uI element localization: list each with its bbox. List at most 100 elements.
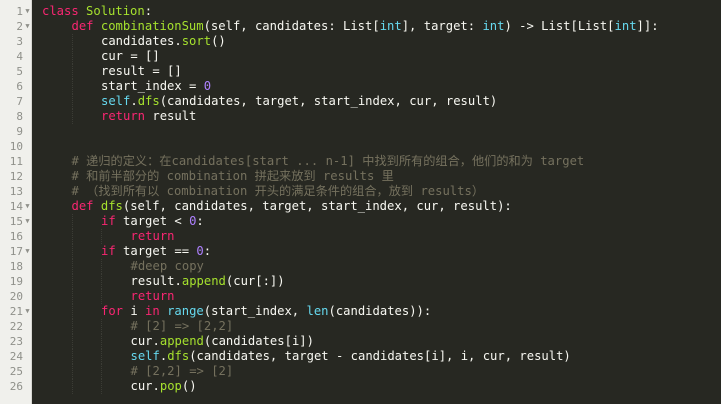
code-line[interactable]: self.dfs(candidates, target - candidates…: [32, 349, 721, 364]
fold-toggle-icon[interactable]: ▼: [24, 244, 31, 259]
line-number: 7: [16, 95, 23, 108]
code-line[interactable]: if target == 0:: [32, 244, 721, 259]
indent-guide: [71, 274, 73, 289]
fold-toggle-icon[interactable]: ▼: [24, 214, 31, 229]
code-line[interactable]: [32, 124, 721, 139]
indent-guide: [71, 34, 73, 49]
indent-guide: [101, 229, 102, 244]
code-token: def: [71, 19, 94, 33]
code-token: self: [130, 349, 160, 363]
line-number: 23: [9, 335, 23, 348]
code-line-text: if target < 0:: [101, 214, 204, 229]
indent-guide: [71, 334, 73, 349]
line-number: 14: [9, 200, 23, 213]
code-token: result: [145, 109, 197, 123]
code-editor[interactable]: 1 ▼ 2 ▼ 3 4 5 6 7 8 9 10 11 12 13 14 ▼ 15 ▼ 16 17 ▼ 18 19 20 21 ▼ 2…: [0, 0, 721, 404]
code-line[interactable]: class Solution:: [32, 4, 721, 19]
code-token: result = []: [101, 64, 182, 78]
line-number: 11: [9, 155, 23, 168]
code-token: result.: [130, 274, 182, 288]
fold-toggle-icon[interactable]: ▼: [24, 4, 31, 19]
code-line[interactable]: return result: [32, 109, 721, 124]
code-line[interactable]: cur.append(candidates[i]): [32, 334, 721, 349]
code-line[interactable]: def dfs(self, candidates, target, start_…: [32, 199, 721, 214]
code-line[interactable]: self.dfs(candidates, target, start_index…: [32, 94, 721, 109]
code-line[interactable]: for i in range(start_index, len(candidat…: [32, 304, 721, 319]
code-token: int: [482, 19, 505, 33]
code-line[interactable]: return: [32, 289, 721, 304]
fold-toggle-icon[interactable]: ▼: [24, 199, 31, 214]
code-line-text: class Solution:: [42, 4, 152, 19]
code-line[interactable]: [32, 139, 721, 154]
code-line-text: # 和前半部分的 combination 拼起来放到 results 里: [72, 169, 394, 184]
code-line[interactable]: cur = []: [32, 49, 721, 64]
line-number-gutter[interactable]: 1 ▼ 2 ▼ 3 4 5 6 7 8 9 10 11 12 13 14 ▼ 15 ▼ 16 17 ▼ 18 19 20 21 ▼ 2…: [0, 0, 32, 404]
code-token: def: [71, 199, 94, 213]
code-token: ) -> List[List[: [504, 19, 615, 33]
code-line[interactable]: # （找到所有以 combination 开头的满足条件的组合，放到 resul…: [32, 184, 721, 199]
indent-guide: [71, 379, 73, 394]
code-line[interactable]: if target < 0:: [32, 214, 721, 229]
code-token: Solution: [86, 4, 145, 18]
line-number: 16: [9, 230, 23, 243]
code-line[interactable]: # [2] => [2,2]: [32, 319, 721, 334]
code-line[interactable]: # [2,2] => [2]: [32, 364, 721, 379]
code-line[interactable]: result.append(cur[:]): [32, 274, 721, 289]
indent-guide: [101, 334, 102, 349]
code-token: (candidates, target - candidates[i], i, …: [189, 349, 571, 363]
code-line-text: start_index = 0: [101, 79, 211, 94]
indent-guide: [71, 364, 73, 379]
code-token: # [2,2] => [2]: [130, 364, 234, 378]
code-token: range: [167, 304, 204, 318]
code-token: # [2] => [2,2]: [130, 319, 234, 333]
code-line-text: # （找到所有以 combination 开头的满足条件的组合，放到 resul…: [72, 184, 485, 199]
line-number: 2: [16, 20, 23, 33]
line-number: 25: [9, 365, 23, 378]
code-line[interactable]: start_index = 0: [32, 79, 721, 94]
code-line[interactable]: def combinationSum(self, candidates: Lis…: [32, 19, 721, 34]
indent-guide: [101, 379, 102, 394]
code-line-text: result = []: [101, 64, 182, 79]
line-number: 12: [9, 170, 23, 183]
line-number: 9: [16, 125, 23, 138]
code-line-text: cur.append(candidates[i]): [131, 334, 314, 349]
code-area[interactable]: class Solution: def combinationSum(self, …: [32, 0, 721, 404]
code-line[interactable]: result = []: [32, 64, 721, 79]
code-line[interactable]: return: [32, 229, 721, 244]
code-token: target ==: [115, 244, 197, 258]
code-token: sort: [181, 34, 212, 48]
code-token: in: [145, 304, 160, 318]
line-number: 17: [9, 245, 23, 258]
code-line[interactable]: #deep copy: [32, 259, 721, 274]
fold-toggle-icon[interactable]: ▼: [24, 19, 31, 34]
line-number: 15: [9, 215, 23, 228]
code-line-text: if target == 0:: [101, 244, 211, 259]
code-line-text: cur = []: [101, 49, 160, 64]
indent-guide: [71, 79, 73, 94]
code-line-text: self.dfs(candidates, target - candidates…: [131, 349, 571, 364]
line-number: 6: [16, 80, 23, 93]
code-token: (candidates, target, start_index, cur, r…: [159, 94, 498, 108]
code-token: dfs: [100, 199, 123, 213]
indent-guide: [101, 259, 102, 274]
code-token: (self, candidates: List[: [203, 19, 380, 33]
indent-guide: [71, 214, 73, 229]
code-line-text: candidates.sort(): [101, 34, 226, 49]
indent-guide: [71, 349, 73, 364]
code-token: dfs: [167, 349, 190, 363]
line-number: 26: [9, 380, 23, 393]
code-line[interactable]: # 递归的定义：在candidates[start ... n-1] 中找到所有…: [32, 154, 721, 169]
code-token: # 和前半部分的 combination 拼起来放到 results 里: [71, 169, 394, 183]
indent-guide: [71, 64, 73, 79]
indent-guide: [71, 229, 73, 244]
code-token: cur.: [130, 334, 160, 348]
code-token: ], target:: [401, 19, 483, 33]
code-line[interactable]: candidates.sort(): [32, 34, 721, 49]
fold-toggle-icon[interactable]: ▼: [24, 304, 31, 319]
code-token: int: [379, 19, 402, 33]
code-line[interactable]: cur.pop(): [32, 379, 721, 394]
code-line[interactable]: # 和前半部分的 combination 拼起来放到 results 里: [32, 169, 721, 184]
code-token: append: [181, 274, 226, 288]
code-token: .: [130, 94, 138, 108]
